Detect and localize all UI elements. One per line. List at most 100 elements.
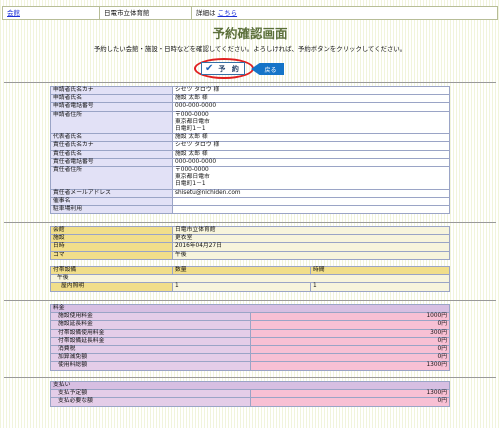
row-label: 支払予定額 [50, 389, 251, 399]
row-value: 0円 [249, 336, 450, 347]
row-value: 施設 太郎 様 [172, 133, 450, 143]
table-row: 代表者氏名 施設 太郎 様 [50, 133, 450, 143]
row-label: 申請者氏名 [50, 94, 173, 104]
facility-name: 日電市立体育館 [100, 7, 192, 19]
row-label: 駐車場利用 [50, 205, 173, 215]
row-label: 申請者住所 [50, 110, 173, 135]
reserve-button-label: 予 約 [218, 64, 241, 73]
table-row: 申請者氏名 施設 太郎 様 [50, 94, 450, 104]
header-link-cell: 会館 [3, 7, 100, 19]
fees-header-row: 料金 [50, 303, 450, 314]
row-value: 000-000-0000 [172, 157, 450, 168]
payment-title: 支払い [50, 380, 450, 391]
table-row: 付帯設備延長料金 0円 [50, 336, 450, 347]
table-row: 申請者住所 〒000-0000 東京都日電市 日電町1－1 [50, 110, 450, 135]
row-label: 責任者氏名 [50, 149, 173, 159]
row-label: 施設延長料金 [50, 320, 251, 330]
reservation-table: 会館 日電市立体育館 施設 更衣室 日時 2016年04月27日 コマ 午後 [50, 225, 450, 260]
table-row: 責任者住所 〒000-0000 東京都日電市 日電町1－1 [50, 166, 450, 190]
table-row: コマ 午後 [50, 250, 450, 260]
detail-link[interactable]: こちら [218, 9, 238, 17]
row-value: 施設 太郎 様 [172, 149, 450, 159]
table-row: 加算減免額 0円 [50, 353, 450, 363]
payment-header-row: 支払い [50, 380, 450, 391]
row-label: 使用料総額 [50, 361, 251, 371]
table-row: 催事名 [50, 196, 450, 207]
equipment-group: 午後 [50, 274, 450, 284]
table-row: 駐車場利用 [50, 205, 450, 215]
table-row: 責任者氏名 施設 太郎 様 [50, 149, 450, 159]
equipment-col-name: 付帯設備 [50, 265, 173, 276]
table-row: 施設使用料金 1000円 [50, 312, 450, 322]
row-label: 代表者氏名 [50, 133, 173, 143]
row-label: 責任者氏名カナ [50, 141, 173, 151]
hall-link[interactable]: 会館 [7, 9, 20, 17]
row-value: 更衣室 [172, 234, 450, 244]
row-label: 申請者氏名カナ [50, 85, 173, 96]
reserve-button[interactable]: ✔ 予 約 [201, 62, 245, 75]
row-label: 責任者電話番号 [50, 157, 173, 168]
table-row: 使用料総額 1300円 [50, 361, 450, 371]
row-value: 2016年04月27日 [172, 242, 450, 252]
table-row: 屋内照明 1 1 [50, 282, 450, 292]
equipment-col-time: 時間 [310, 265, 450, 276]
row-value: 〒000-0000 東京都日電市 日電町1－1 [172, 166, 450, 190]
equipment-item-time: 1 [310, 282, 450, 292]
table-row: 責任者氏名カナ シセツ タロウ 様 [50, 141, 450, 151]
equipment-group-row: 午後 [50, 274, 450, 284]
row-value [172, 196, 450, 207]
row-value: 0円 [249, 345, 450, 355]
page-title: 予約確認画面 [212, 26, 288, 41]
table-row: 責任者電話番号 000-000-0000 [50, 157, 450, 168]
row-label: 日時 [50, 242, 173, 252]
row-value: シセツ タロウ 様 [172, 141, 450, 151]
row-value: shisetu@nichiden.com [172, 188, 450, 198]
row-value: シセツ タロウ 様 [172, 85, 450, 96]
applicant-table: 申請者氏名カナ シセツ タロウ 様申請者氏名 施設 太郎 様申請者電話番号 000-0… [50, 85, 450, 215]
table-row: 支払予定額 1300円 [50, 389, 450, 399]
row-value: 施設 太郎 様 [172, 94, 450, 104]
table-row: 付帯設備使用料金 300円 [50, 328, 450, 338]
detail-cell: 詳細は こちら [192, 7, 497, 19]
equipment-item-qty: 1 [172, 282, 311, 292]
row-value: 0円 [249, 320, 450, 330]
row-label: 加算減免額 [50, 353, 251, 363]
row-value: 〒000-0000 東京都日電市 日電町1－1 [172, 110, 450, 135]
divider [4, 222, 496, 223]
fees-table: 料金 施設使用料金 1000円 施設延長料金 0円 付帯設備使用料金 300円 付帯設備延長… [50, 303, 450, 371]
row-value: 1000円 [249, 312, 450, 322]
row-value: 0円 [249, 397, 450, 407]
divider [4, 82, 496, 83]
row-label: 催事名 [50, 196, 173, 207]
row-label: 消費税 [50, 345, 251, 355]
table-row: 支払必要な額 0円 [50, 397, 450, 407]
row-label: 付帯設備延長料金 [50, 336, 251, 347]
row-value: 000-000-0000 [172, 102, 450, 112]
back-button[interactable]: 戻る [251, 63, 284, 75]
equipment-item-name: 屋内照明 [50, 282, 173, 292]
row-value: 0円 [249, 353, 450, 363]
row-value [172, 205, 450, 215]
equipment-table: 付帯設備 数量 時間 午後 屋内照明 1 1 [50, 265, 450, 292]
row-label: 責任者住所 [50, 166, 173, 190]
table-row: 責任者メールアドレス shisetu@nichiden.com [50, 188, 450, 198]
row-label: 申請者電話番号 [50, 102, 173, 112]
payment-table: 支払い 支払予定額 1300円 支払必要な額 0円 [50, 380, 450, 407]
table-row: 施設 更衣室 [50, 234, 450, 244]
detail-prefix: 詳細は [196, 9, 216, 17]
check-icon: ✔ [205, 63, 214, 74]
table-row: 申請者氏名カナ シセツ タロウ 様 [50, 85, 450, 96]
row-label: コマ [50, 250, 173, 260]
back-button-label: 戻る [264, 66, 277, 74]
row-value: 午後 [172, 250, 450, 260]
row-label: 施設使用料金 [50, 312, 251, 322]
row-value: 1300円 [249, 389, 450, 399]
divider [4, 300, 496, 301]
divider [4, 377, 496, 378]
header-bar: 会館 日電市立体育館 詳細は こちら [2, 6, 498, 20]
row-label: 施設 [50, 234, 173, 244]
row-value: 300円 [249, 328, 450, 338]
table-row: 会館 日電市立体育館 [50, 225, 450, 236]
row-label: 付帯設備使用料金 [50, 328, 251, 338]
equipment-header-row: 付帯設備 数量 時間 [50, 265, 450, 276]
